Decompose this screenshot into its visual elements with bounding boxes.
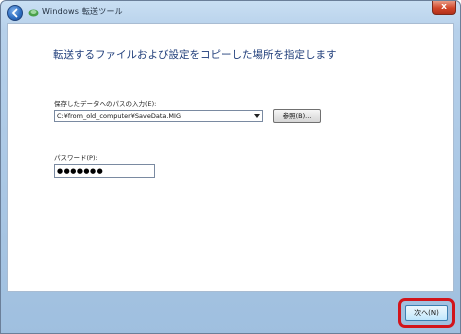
password-label: パスワード(P):: [54, 154, 98, 162]
window-frame: Windows 転送ツール x 転送するファイルおよび設定をコピーした場所を指定…: [0, 0, 461, 334]
window-title: Windows 転送ツール: [42, 7, 123, 16]
content-panel: 転送するファイルおよび設定をコピーした場所を指定します 保存したデータへのパスの…: [7, 23, 454, 292]
dropdown-arrow-icon[interactable]: [254, 114, 260, 118]
path-label: 保存したデータへのパスの入力(E):: [54, 100, 157, 108]
title-bar: Windows 転送ツール x: [1, 1, 460, 23]
footer-bar: [1, 293, 460, 333]
password-field[interactable]: ●●●●●●●: [54, 164, 155, 178]
close-icon: x: [441, 2, 447, 12]
next-button[interactable]: 次へ(N): [405, 305, 448, 321]
back-button[interactable]: [7, 5, 23, 21]
back-arrow-icon: [12, 8, 18, 18]
path-value: C:¥from_old_computer¥SaveData.MIG: [57, 112, 181, 120]
path-combobox[interactable]: C:¥from_old_computer¥SaveData.MIG: [54, 110, 263, 122]
transfer-app-icon: [28, 9, 39, 17]
page-heading: 転送するファイルおよび設定をコピーした場所を指定します: [53, 49, 337, 61]
browse-button[interactable]: 参照(B)...: [273, 109, 321, 123]
close-button[interactable]: x: [432, 1, 456, 15]
